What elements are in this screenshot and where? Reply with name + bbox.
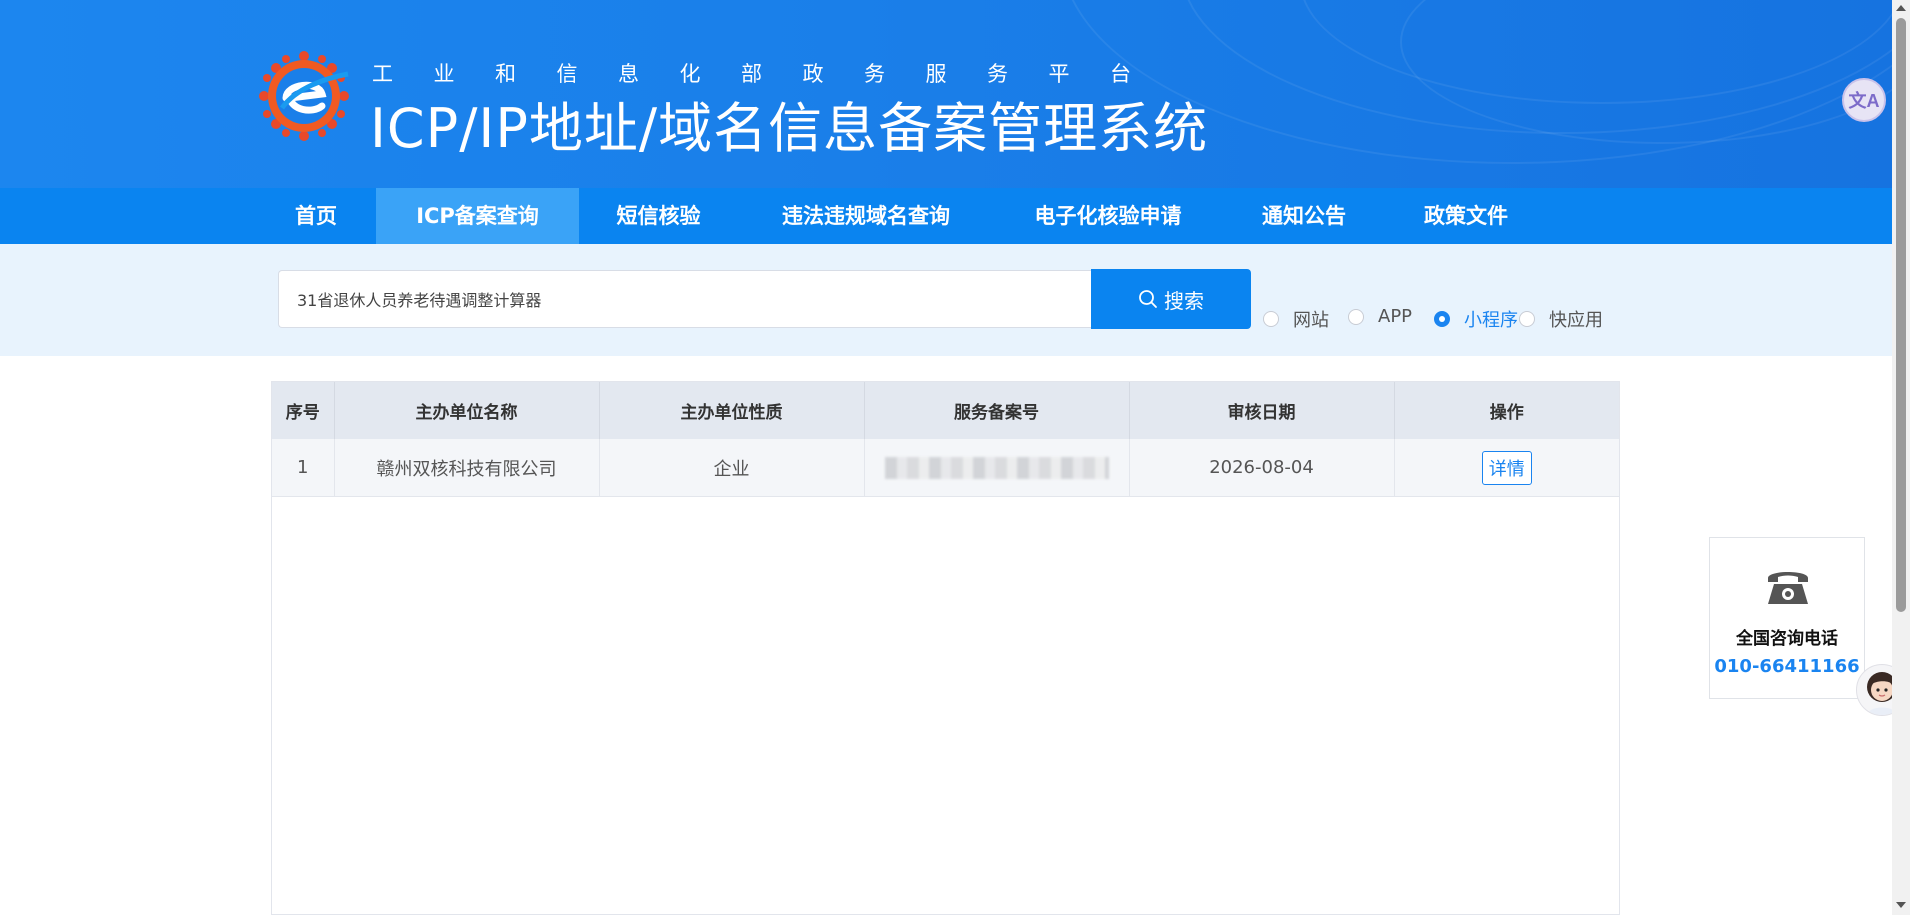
miit-logo <box>256 48 352 144</box>
telephone-icon <box>1768 572 1808 604</box>
cell-org-name: 赣州双核科技有限公司 <box>334 439 600 497</box>
results-table: 序号 主办单位名称 主办单位性质 服务备案号 审核日期 操作 1 赣州双核科技有… <box>271 381 1620 915</box>
radio-label: 快应用 <box>1549 310 1603 331</box>
header-banner: 工业和信息化部政务服务平台 ICP/IP地址/域名信息备案管理系统 文A <box>0 0 1892 188</box>
cell-action: 详情 <box>1394 439 1619 497</box>
nav-item-illegal-domain[interactable]: 违法违规域名查询 <box>766 188 966 244</box>
col-record-no-header: 服务备案号 <box>864 382 1130 439</box>
consult-panel: 全国咨询电话 010-66411166 <box>1709 537 1865 699</box>
cell-audit-date: 2026-08-04 <box>1129 439 1395 497</box>
redacted-record-number <box>884 456 1109 479</box>
col-org-type-header: 主办单位性质 <box>599 382 865 439</box>
scroll-up-icon[interactable] <box>1896 5 1906 11</box>
col-audit-date-header: 审核日期 <box>1129 382 1395 439</box>
translate-icon[interactable]: 文A <box>1842 78 1886 122</box>
page: 工业和信息化部政务服务平台 ICP/IP地址/域名信息备案管理系统 文A 首页 … <box>0 0 1910 915</box>
cell-record-no <box>864 439 1130 497</box>
table-header-row: 序号 主办单位名称 主办单位性质 服务备案号 审核日期 操作 <box>272 382 1619 439</box>
radio-circle <box>1263 311 1279 327</box>
radio-circle <box>1519 311 1535 327</box>
nav-item-icp-query[interactable]: ICP备案查询 <box>376 188 579 244</box>
radio-website[interactable]: 网站 <box>1263 306 1329 332</box>
radio-label: APP <box>1378 306 1413 327</box>
scroll-thumb[interactable] <box>1896 18 1906 612</box>
system-title: ICP/IP地址/域名信息备案管理系统 <box>370 97 1209 160</box>
main-nav: 首页 ICP备案查询 短信核验 违法违规域名查询 电子化核验申请 通知公告 政策… <box>0 188 1892 244</box>
cell-org-type: 企业 <box>599 439 865 497</box>
nav-item-notices[interactable]: 通知公告 <box>1250 188 1358 244</box>
cell-index: 1 <box>272 439 335 497</box>
radio-circle <box>1434 311 1450 327</box>
consult-phone-number[interactable]: 010-66411166 <box>1710 656 1864 677</box>
consult-title: 全国咨询电话 <box>1736 629 1838 649</box>
radio-mini-program[interactable]: 小程序 <box>1434 306 1518 332</box>
nav-item-e-verify[interactable]: 电子化核验申请 <box>1020 188 1196 244</box>
radio-label: 小程序 <box>1464 310 1518 331</box>
nav-item-home[interactable]: 首页 <box>272 188 360 244</box>
col-org-name-header: 主办单位名称 <box>334 382 600 439</box>
nav-item-policies[interactable]: 政策文件 <box>1412 188 1520 244</box>
radio-label: 网站 <box>1293 310 1329 331</box>
radio-circle <box>1348 308 1364 325</box>
radio-quick-app[interactable]: 快应用 <box>1519 306 1603 332</box>
nav-item-sms-verify[interactable]: 短信核验 <box>600 188 717 244</box>
col-action-header: 操作 <box>1394 382 1619 439</box>
col-index-header: 序号 <box>272 382 335 439</box>
table-row: 1 赣州双核科技有限公司 企业 2026-08-04 详情 <box>272 439 1619 497</box>
search-type-group: 网站 APP 小程序 快应用 <box>0 306 1892 332</box>
detail-button[interactable]: 详情 <box>1481 450 1532 485</box>
vertical-scrollbar[interactable] <box>1892 0 1910 915</box>
scroll-down-icon[interactable] <box>1896 902 1906 908</box>
radio-app[interactable]: APP <box>1348 306 1412 327</box>
